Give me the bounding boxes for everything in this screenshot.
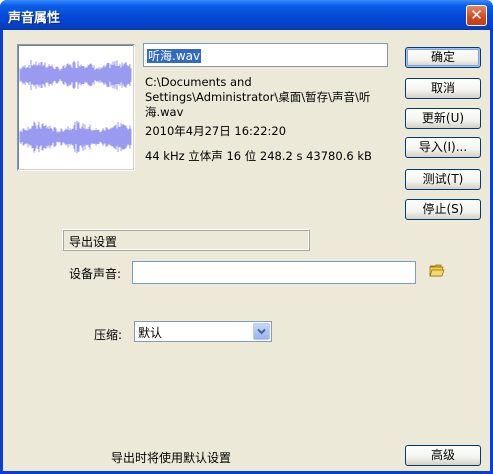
file-path: C:\Documents and Settings\Administrator\… bbox=[145, 75, 371, 119]
window-title: 声音属性 bbox=[8, 11, 61, 26]
cancel-button[interactable]: 取消 bbox=[405, 78, 481, 99]
title-bar[interactable]: 声音属性 ✕ bbox=[0, 0, 493, 30]
waveform-channel bbox=[19, 59, 132, 91]
file-date: 2010年4月27日 16:22:20 bbox=[145, 124, 287, 138]
file-format: 44 kHz 立体声 16 位 248.2 s 43780.6 kB bbox=[145, 149, 372, 163]
compression-select[interactable]: 默认 bbox=[134, 321, 272, 342]
device-sound-input[interactable] bbox=[132, 261, 416, 284]
compression-value: 默认 bbox=[138, 326, 163, 340]
import-button[interactable]: 导入(I)... bbox=[405, 137, 481, 158]
sound-properties-window: 声音属性 ✕ 听海.wav C:\Documents and Settings\… bbox=[0, 0, 493, 474]
update-button[interactable]: 更新(U) bbox=[405, 108, 481, 129]
waveform-preview bbox=[17, 44, 135, 171]
test-button[interactable]: 测试(T) bbox=[405, 169, 481, 190]
chevron-down-icon bbox=[257, 328, 266, 335]
close-icon: ✕ bbox=[470, 6, 483, 24]
ok-button[interactable]: 确定 bbox=[405, 47, 481, 68]
waveform-graphic bbox=[19, 59, 132, 154]
close-button[interactable]: ✕ bbox=[466, 5, 487, 26]
device-sound-label: 设备声音: bbox=[69, 267, 122, 281]
export-settings-header: 导出设置 bbox=[62, 229, 310, 251]
export-note: 导出时将使用默认设置 bbox=[111, 451, 232, 465]
sound-name-field[interactable]: 听海.wav bbox=[143, 43, 388, 67]
sound-name-text: 听海.wav bbox=[147, 49, 202, 63]
compression-label: 压缩: bbox=[94, 328, 123, 342]
stop-button[interactable]: 停止(S) bbox=[405, 199, 481, 220]
folder-icon[interactable] bbox=[429, 262, 445, 278]
advanced-button[interactable]: 高级 bbox=[405, 445, 481, 466]
dropdown-button[interactable] bbox=[253, 323, 270, 340]
dialog-body: 听海.wav C:\Documents and Settings\Adminis… bbox=[3, 30, 490, 471]
waveform-channel bbox=[19, 120, 132, 154]
